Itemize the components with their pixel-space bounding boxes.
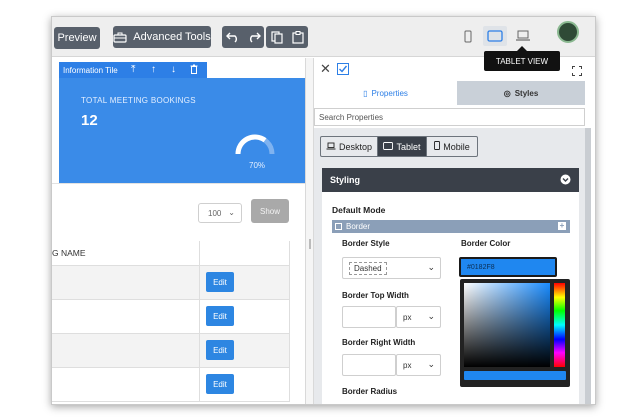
tile-value: 12: [81, 112, 98, 129]
properties-panel: ✕ ▯ Properties ◎ Styles Search Propertie…: [314, 58, 595, 404]
tile-gauge: [235, 134, 275, 155]
edit-button[interactable]: Edit: [206, 340, 234, 360]
show-button[interactable]: Show: [251, 199, 289, 223]
border-radius-label: Border Radius: [342, 387, 398, 396]
border-style-label: Border Style: [342, 239, 390, 248]
border-right-width-label: Border Right Width: [342, 338, 416, 347]
tile-toolbar-label: Information Tile: [63, 65, 118, 75]
tablet-view-icon[interactable]: [483, 26, 507, 46]
chevron-down-icon: ⌄: [427, 359, 435, 369]
section-divider: [52, 183, 305, 184]
panel-resize-handle[interactable]: [305, 58, 314, 404]
tab-styles[interactable]: ◎ Styles: [457, 81, 585, 105]
document-icon: ▯: [363, 88, 368, 98]
border-section-label: Border: [346, 222, 371, 231]
tab-properties-label: Properties: [371, 88, 408, 98]
default-mode-label: Default Mode: [332, 205, 386, 215]
edit-button[interactable]: Edit: [206, 374, 234, 394]
border-color-input[interactable]: #0182F8: [459, 257, 557, 277]
panel-scrollbar[interactable]: [585, 128, 591, 404]
border-top-width-label: Border Top Width: [342, 291, 409, 300]
border-section-header[interactable]: Border +: [332, 220, 570, 233]
styling-title: Styling: [330, 175, 361, 185]
user-avatar[interactable]: [557, 21, 579, 43]
gauge-fill: [235, 134, 267, 155]
color-preview-bar: [464, 371, 566, 380]
tile-label: TOTAL MEETING BOOKINGS: [81, 96, 196, 105]
border-right-width-unit-select[interactable]: px ⌄: [396, 354, 441, 376]
builder-canvas: Information Tile ⤒ ↑ ↓ TOTAL MEETING BOO…: [52, 58, 305, 404]
color-picker[interactable]: [460, 279, 570, 387]
expand-icon[interactable]: [572, 63, 582, 81]
panel-tabs: ▯ Properties ◎ Styles: [314, 81, 585, 105]
preview-button[interactable]: Preview: [54, 27, 100, 49]
page-size-value: 100: [208, 208, 222, 218]
edit-button[interactable]: Edit: [206, 272, 234, 292]
tablet-icon: [383, 141, 394, 152]
border-style-value: Dashed: [349, 261, 387, 275]
styling-section-header[interactable]: Styling: [322, 168, 579, 192]
copy-icon[interactable]: [270, 30, 283, 44]
redo-icon[interactable]: [247, 31, 261, 43]
column-header-name: G NAME: [52, 248, 86, 258]
styling-section-body: Default Mode Border + Border Style Dashe…: [322, 192, 579, 404]
border-color-label: Border Color: [461, 239, 511, 248]
chevron-down-icon: ⌄: [427, 311, 435, 321]
data-table: G NAME Edit Edit Edit Edit: [52, 241, 290, 402]
mobile-icon: [434, 141, 441, 152]
tile-toolbar: Information Tile ⤒ ↑ ↓: [59, 62, 207, 78]
device-mobile-button[interactable]: Mobile: [426, 136, 478, 157]
toolbox-icon: [113, 32, 127, 43]
search-properties-input[interactable]: Search Properties: [314, 108, 585, 126]
tablet-view-tooltip: TABLET VIEW: [484, 46, 560, 71]
device-tablet-button[interactable]: Tablet: [377, 136, 427, 157]
paste-icon[interactable]: [291, 30, 304, 44]
border-right-width-input[interactable]: [342, 354, 396, 376]
chevron-circle-down-icon: [560, 174, 571, 187]
move-up-icon[interactable]: ↑: [151, 64, 156, 75]
close-icon[interactable]: ✕: [320, 61, 331, 77]
delete-icon[interactable]: [190, 64, 198, 77]
unit-value: px: [403, 360, 412, 370]
information-tile[interactable]: TOTAL MEETING BOOKINGS 12 70%: [59, 78, 305, 183]
device-tablet-label: Tablet: [396, 141, 421, 152]
app-window: Preview Advanced Tools TABLET VIEW Infor…: [51, 16, 596, 405]
advanced-tools-label: Advanced Tools: [133, 31, 211, 43]
unit-value: px: [403, 312, 412, 322]
copy-paste-group: [266, 26, 308, 48]
table-row: Edit: [52, 334, 290, 368]
apply-checkbox-icon[interactable]: [337, 62, 349, 80]
hue-slider[interactable]: [554, 283, 565, 367]
undo-icon[interactable]: [225, 31, 240, 43]
border-top-width-unit-select[interactable]: px ⌄: [396, 306, 441, 328]
saturation-value-area[interactable]: [464, 283, 550, 367]
palette-icon: ◎: [503, 88, 511, 98]
table-row: Edit: [52, 266, 290, 300]
edit-button[interactable]: Edit: [206, 306, 234, 326]
device-desktop-label: Desktop: [338, 141, 373, 152]
device-mobile-label: Mobile: [443, 141, 470, 152]
chevron-down-icon: ⌄: [427, 262, 435, 272]
plus-icon[interactable]: +: [558, 222, 566, 230]
undo-redo-group: [222, 26, 264, 48]
tab-styles-label: Styles: [514, 88, 539, 98]
page-size-select[interactable]: 100 ⌄: [198, 203, 242, 223]
tab-properties[interactable]: ▯ Properties: [314, 81, 457, 105]
border-style-select[interactable]: Dashed ⌄: [342, 257, 441, 279]
square-icon: [335, 223, 342, 230]
chevron-down-icon: ⌄: [228, 208, 235, 217]
border-top-width-input[interactable]: [342, 306, 396, 328]
mobile-view-icon[interactable]: [456, 26, 480, 46]
advanced-tools-button[interactable]: Advanced Tools: [113, 26, 211, 48]
table-row: Edit: [52, 368, 290, 402]
table-row: Edit: [52, 300, 290, 334]
move-down-icon[interactable]: ↓: [171, 64, 176, 75]
table-header: G NAME: [52, 241, 290, 266]
drag-icon[interactable]: ⤒: [131, 64, 135, 75]
desktop-view-icon[interactable]: [511, 26, 535, 46]
laptop-icon: [326, 142, 336, 152]
tile-percent: 70%: [249, 161, 266, 170]
device-desktop-button[interactable]: Desktop: [320, 136, 378, 157]
